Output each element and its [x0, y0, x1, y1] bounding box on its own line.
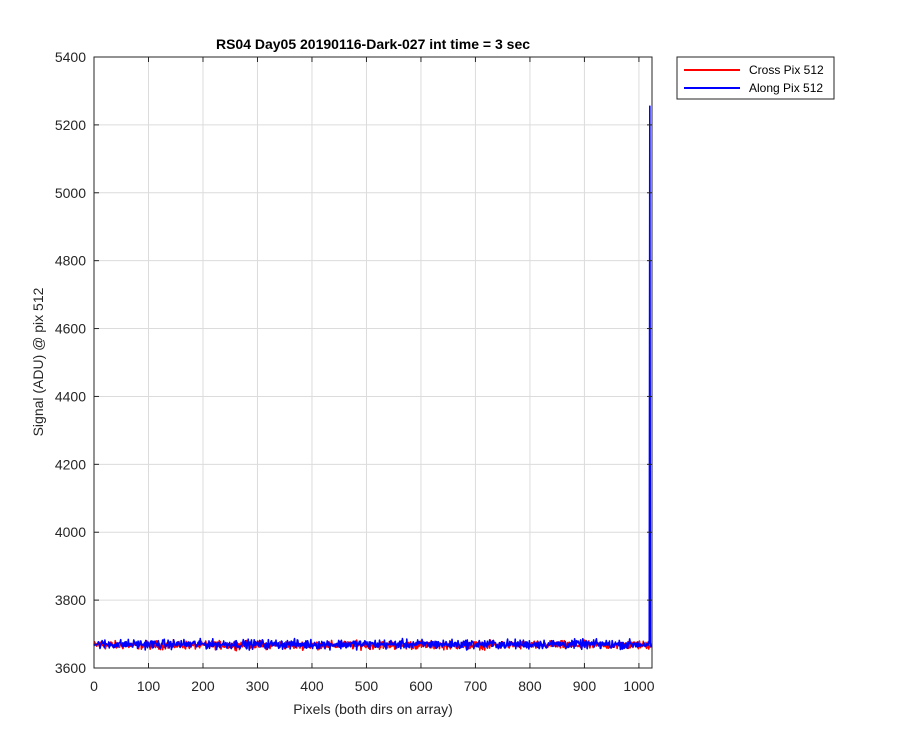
chart-title: RS04 Day05 20190116-Dark-027 int time = … [216, 36, 530, 52]
figure: 0 100 200 300 400 500 600 700 800 900 1000 3600 3800… [0, 0, 900, 750]
x-tick-label: 700 [464, 678, 488, 694]
y-tick-label: 3800 [55, 592, 86, 608]
plot-background [94, 57, 652, 668]
y-tick-label: 3600 [55, 660, 86, 676]
x-tick-label: 200 [191, 678, 215, 694]
y-tick-label: 4000 [55, 524, 86, 540]
x-tick-label: 0 [90, 678, 98, 694]
y-tick-label: 4200 [55, 456, 86, 472]
y-tick-label: 4400 [55, 388, 86, 404]
y-tick-label: 4800 [55, 253, 86, 269]
y-tick-label: 4600 [55, 321, 86, 337]
legend-label-cross: Cross Pix 512 [749, 63, 824, 77]
y-tick-label: 5200 [55, 117, 86, 133]
x-tick-label: 1000 [623, 678, 654, 694]
x-tick-label: 500 [355, 678, 379, 694]
line-chart: 0 100 200 300 400 500 600 700 800 900 1000 3600 3800… [30, 36, 835, 717]
legend-label-along: Along Pix 512 [749, 81, 823, 95]
x-axis-label: Pixels (both dirs on array) [293, 701, 453, 717]
x-tick-label: 800 [518, 678, 542, 694]
y-axis-label: Signal (ADU) @ pix 512 [30, 287, 46, 436]
x-tick-label: 600 [409, 678, 433, 694]
y-tick-label: 5000 [55, 185, 86, 201]
legend: Cross Pix 512 Along Pix 512 [676, 56, 835, 100]
y-tick-label: 5400 [55, 49, 86, 65]
x-tick-label: 100 [137, 678, 161, 694]
x-tick-label: 300 [246, 678, 270, 694]
x-tick-label: 900 [573, 678, 597, 694]
x-tick-label: 400 [300, 678, 324, 694]
